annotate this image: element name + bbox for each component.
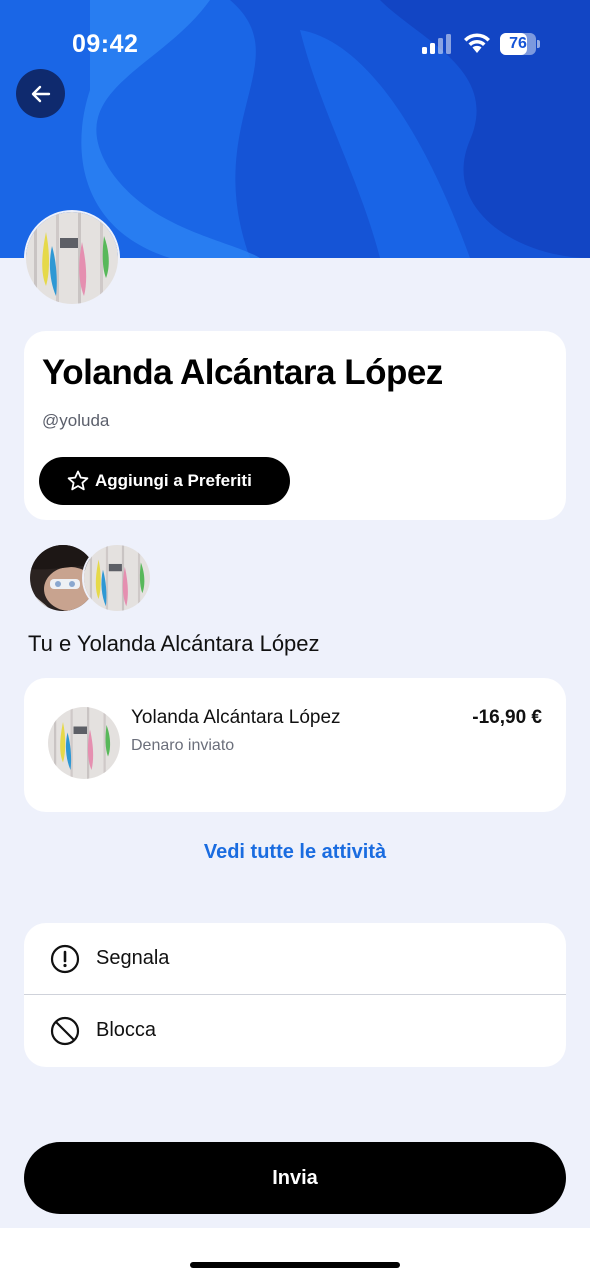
profile-avatar [24, 210, 120, 306]
see-all-activity-link[interactable]: Vedi tutte le attività [0, 841, 590, 864]
transaction-amount: -16,90 € [472, 707, 542, 728]
report-button[interactable]: Segnala [24, 923, 566, 995]
status-time: 09:42 [72, 30, 139, 58]
transaction-description: Denaro inviato [131, 737, 235, 754]
back-button[interactable] [16, 69, 65, 118]
actions-card: Segnala Blocca [24, 923, 566, 1067]
wifi-icon [464, 33, 490, 53]
contact-avatar [82, 543, 152, 613]
status-bar: 09:42 76 [0, 0, 590, 88]
arrow-left-icon [31, 85, 50, 102]
profile-name: Yolanda Alcántara López [42, 353, 443, 392]
profile-card: Yolanda Alcántara López @yoluda Aggiungi… [24, 331, 566, 520]
battery-icon: 76 [500, 33, 540, 55]
transaction-avatar [48, 707, 120, 779]
alert-circle-icon [50, 944, 80, 974]
profile-handle: @yoluda [42, 411, 110, 430]
home-indicator [190, 1262, 400, 1268]
block-button[interactable]: Blocca [24, 995, 566, 1067]
star-outline-icon [67, 470, 89, 491]
report-label: Segnala [96, 947, 170, 969]
favorite-label: Aggiungi a Preferiti [95, 471, 252, 490]
battery-level: 76 [509, 35, 527, 52]
block-icon [50, 1016, 80, 1046]
shared-avatars [28, 543, 158, 613]
send-button[interactable]: Invia [24, 1142, 566, 1214]
relationship-title: Tu e Yolanda Alcántara López [28, 631, 320, 656]
transaction-name: Yolanda Alcántara López [131, 707, 341, 728]
add-to-favorites-button[interactable]: Aggiungi a Preferiti [39, 457, 290, 505]
transaction-card[interactable]: Yolanda Alcántara López Denaro inviato -… [24, 678, 566, 812]
signal-icon [422, 34, 451, 54]
bottom-bar [0, 1228, 590, 1280]
block-label: Blocca [96, 1019, 157, 1041]
